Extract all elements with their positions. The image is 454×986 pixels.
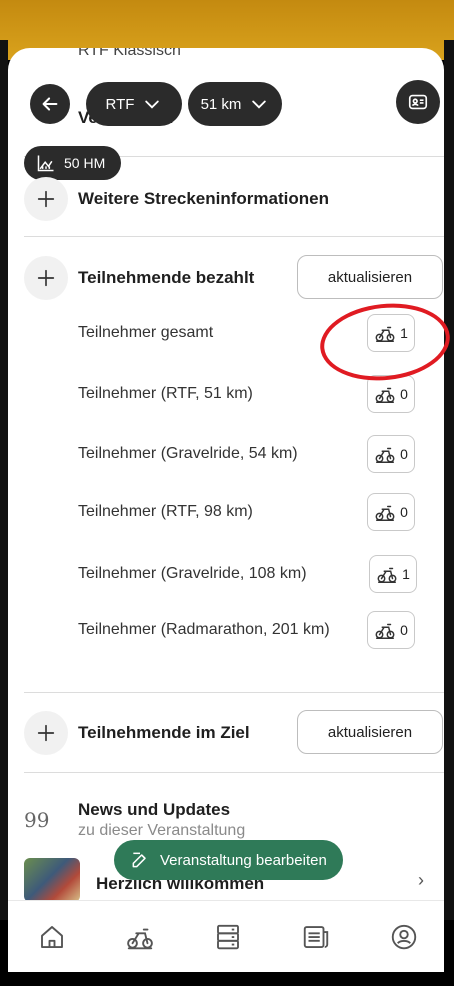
news-thumbnail[interactable] [24, 858, 80, 902]
expand-more-info-button[interactable] [24, 177, 68, 221]
participant-row-label: Teilnehmer (RTF, 98 km) [78, 503, 253, 520]
refresh-finish-button[interactable]: aktualisieren [297, 710, 443, 754]
arrow-left-icon [42, 97, 58, 111]
home-icon [41, 926, 63, 948]
bike-icon [375, 447, 395, 463]
chevron-right-icon: › [418, 870, 424, 890]
id-card-icon [408, 94, 428, 110]
paid-title[interactable]: Teilnehmende bezahlt [78, 268, 254, 288]
elevation-badge: 50 HM [24, 146, 122, 180]
bike-icon [375, 623, 395, 639]
distance-select[interactable]: 51 km [188, 82, 282, 126]
participant-count-badge: 0 [367, 493, 415, 531]
chevron-down-icon [252, 100, 267, 109]
participant-count-badge: 1 [367, 314, 415, 352]
edit-event-button[interactable]: Veranstaltung bearbeiten [114, 840, 343, 880]
event-detail-sheet: RTF Klassisch Veranstalter RTF 51 km 50 … [8, 48, 444, 920]
expand-paid-button[interactable] [24, 256, 68, 300]
contact-card-button[interactable] [396, 80, 440, 124]
nav-home[interactable] [34, 919, 70, 955]
participant-count-badge: 1 [369, 555, 417, 593]
participant-row-label: Teilnehmer (Radmarathon, 201 km) [78, 621, 330, 638]
participant-row-label: Teilnehmer (RTF, 51 km) [78, 385, 253, 402]
plus-icon [37, 724, 55, 742]
bike-icon [375, 505, 395, 521]
plus-icon [37, 190, 55, 208]
elevation-icon [37, 155, 54, 172]
participant-row-label: Teilnehmer (Gravelride, 108 km) [78, 565, 307, 582]
bike-icon [375, 387, 395, 403]
participant-count: 0 [400, 386, 408, 402]
quote-icon: 99 [24, 808, 50, 832]
nav-storage[interactable] [210, 919, 246, 955]
edit-icon [132, 852, 146, 868]
bike-icon [375, 326, 395, 342]
nav-events[interactable] [122, 919, 158, 955]
route-type-text: RTF Klassisch [78, 48, 181, 59]
participant-row-label: Teilnehmer gesamt [78, 324, 214, 341]
server-icon [217, 924, 239, 950]
bottom-navigation [8, 900, 444, 972]
participant-count-badge: 0 [367, 611, 415, 649]
nav-news[interactable] [298, 919, 334, 955]
expand-finish-button[interactable] [24, 711, 68, 755]
edit-event-label: Veranstaltung bearbeiten [160, 851, 327, 869]
elevation-value: 50 HM [64, 155, 106, 171]
more-info-title[interactable]: Weitere Streckeninformationen [78, 189, 329, 209]
participant-row-label: Teilnehmer (Gravelride, 54 km) [78, 445, 298, 462]
refresh-paid-button[interactable]: aktualisieren [297, 255, 443, 299]
profile-icon [391, 924, 417, 950]
divider [24, 692, 444, 693]
news-icon [303, 926, 329, 948]
news-subtitle: zu dieser Veranstaltung [78, 822, 246, 839]
participant-count: 0 [400, 446, 408, 462]
finish-title[interactable]: Teilnehmende im Ziel [78, 723, 250, 743]
bike-icon [127, 928, 153, 950]
route-select[interactable]: RTF [86, 82, 182, 126]
participant-count-badge: 0 [367, 375, 415, 413]
back-button[interactable] [30, 84, 70, 124]
participant-count-badge: 0 [367, 435, 415, 473]
bike-icon [377, 567, 397, 583]
frame-right [444, 40, 454, 920]
divider [24, 772, 444, 773]
route-select-value: RTF [105, 95, 135, 113]
news-title: News und Updates [78, 800, 231, 819]
frame-left [0, 40, 8, 920]
plus-icon [37, 269, 55, 287]
distance-select-value: 51 km [200, 95, 242, 113]
nav-profile[interactable] [386, 919, 422, 955]
participant-count: 0 [400, 504, 408, 520]
divider [24, 236, 444, 237]
participant-count: 0 [400, 622, 408, 638]
participant-count: 1 [400, 325, 408, 341]
chevron-down-icon [145, 100, 160, 109]
participant-count: 1 [402, 566, 410, 582]
